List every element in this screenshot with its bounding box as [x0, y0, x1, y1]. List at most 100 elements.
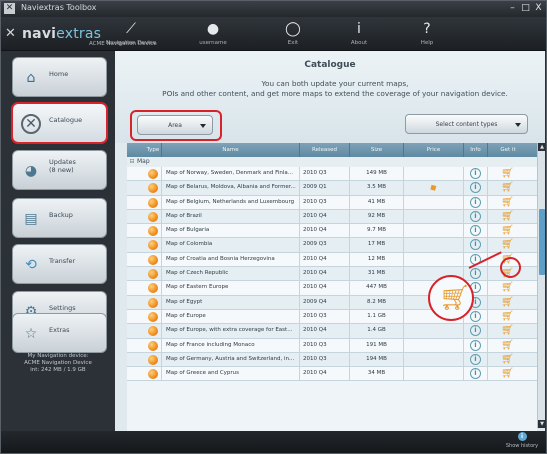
- sidebar-item-home[interactable]: ⌂ Home: [12, 57, 107, 97]
- row-spacer: [127, 296, 145, 309]
- scroll-thumb[interactable]: [539, 209, 545, 275]
- info-icon[interactable]: i: [470, 210, 481, 222]
- column-get-it[interactable]: Get it: [488, 143, 528, 157]
- map-name: Map of Belarus, Moldova, Albania and For…: [162, 181, 300, 195]
- scroll-up-icon[interactable]: ▲: [538, 143, 546, 151]
- type-cell: [145, 309, 162, 324]
- logo-mark-icon: ✕: [5, 26, 16, 41]
- release-date: 2009 Q1: [300, 181, 350, 195]
- add-to-cart-icon[interactable]: 🛒︎: [501, 296, 514, 309]
- add-to-cart-icon[interactable]: 🛒︎: [501, 281, 514, 294]
- table-row[interactable]: Map of Bulgaria 2010 Q4 9.7 MB i 🛒︎: [127, 224, 537, 239]
- info-icon[interactable]: i: [470, 182, 481, 194]
- maximize-button[interactable]: □: [519, 2, 532, 14]
- table-row[interactable]: Map of Norway, Sweden, Denmark and Finla…: [127, 167, 537, 182]
- row-spacer: [127, 281, 145, 294]
- info-cell: i: [464, 238, 488, 252]
- type-cell: [145, 252, 162, 267]
- add-to-cart-icon[interactable]: 🛒︎: [501, 310, 514, 323]
- catalogue-header: Catalogue You can both update your curre…: [115, 51, 545, 143]
- sidebar-item-catalogue[interactable]: ✕ Catalogue: [11, 102, 108, 144]
- info-icon[interactable]: i: [470, 196, 481, 208]
- nav-exit-button[interactable]: ◯ Exit: [263, 19, 323, 50]
- add-to-cart-icon[interactable]: 🛒︎: [501, 181, 514, 194]
- column-type[interactable]: Type: [145, 143, 162, 157]
- price-cell: [404, 224, 464, 238]
- map-name: Map of Colombia: [162, 238, 300, 252]
- table-row[interactable]: Map of Colombia 2009 Q3 17 MB i 🛒︎: [127, 238, 537, 253]
- column-released[interactable]: Released: [300, 143, 350, 157]
- map-type-icon: [148, 326, 158, 337]
- nav-device-label: Navigation Device: [105, 40, 157, 46]
- type-cell: [145, 324, 162, 338]
- nav-device-button[interactable]: ⟋ Navigation Device: [101, 19, 161, 50]
- info-icon[interactable]: i: [470, 310, 481, 322]
- column-size[interactable]: Size: [350, 143, 404, 157]
- info-icon[interactable]: i: [470, 368, 481, 380]
- scroll-down-icon[interactable]: ▼: [538, 420, 546, 428]
- add-to-cart-icon[interactable]: 🛒︎: [501, 210, 514, 223]
- minimize-button[interactable]: –: [506, 2, 519, 14]
- device-info-line: int: 242 MB / 1.9 GB: [30, 367, 86, 373]
- show-history-button[interactable]: i Show history: [499, 432, 545, 449]
- table-row[interactable]: Map of Europe, with extra coverage for E…: [127, 324, 537, 339]
- table-row[interactable]: Map of France including Monaco 2010 Q3 191…: [127, 338, 537, 353]
- nav-help-button[interactable]: ? Help: [397, 19, 457, 50]
- table-row[interactable]: Map of Eastern Europe 2010 Q4 447 MB i 🛒︎: [127, 281, 537, 296]
- info-icon[interactable]: i: [470, 225, 481, 237]
- add-to-cart-icon[interactable]: 🛒︎: [501, 224, 514, 237]
- nav-user-button[interactable]: ● username: [183, 19, 243, 50]
- add-to-cart-icon[interactable]: 🛒︎: [501, 238, 514, 251]
- table-row[interactable]: Map of Belarus, Moldova, Albania and For…: [127, 181, 537, 196]
- info-icon[interactable]: i: [470, 168, 481, 179]
- add-to-cart-icon[interactable]: 🛒︎: [501, 167, 514, 180]
- cart-callout: 🛒︎: [428, 275, 474, 321]
- map-type-icon: [148, 369, 158, 380]
- table-row[interactable]: Map of Belgium, Netherlands and Luxembou…: [127, 195, 537, 210]
- info-icon[interactable]: i: [470, 353, 481, 365]
- release-date: 2010 Q3: [300, 309, 350, 324]
- add-to-cart-icon[interactable]: 🛒︎: [501, 353, 514, 366]
- table-row[interactable]: Map of Greece and Cyprus 2010 Q4 34 MB i 🛒︎: [127, 367, 537, 382]
- sidebar-item-extras[interactable]: ☆ Extras: [12, 313, 107, 353]
- table-row[interactable]: Map of Germany, Austria and Switzerland,…: [127, 352, 537, 368]
- sidebar-item-transfer[interactable]: ⟲ Transfer: [12, 244, 107, 284]
- add-to-cart-icon[interactable]: 🛒︎: [501, 367, 514, 380]
- info-icon[interactable]: i: [470, 339, 481, 351]
- add-to-cart-icon[interactable]: 🛒︎: [501, 324, 514, 337]
- column-price[interactable]: Price: [404, 143, 464, 157]
- row-spacer: [127, 238, 145, 251]
- column-info[interactable]: Info: [464, 143, 488, 157]
- sidebar-item-updates[interactable]: ◕ Updates (8 new): [12, 150, 107, 190]
- group-header-map[interactable]: ⊟ Map: [127, 157, 537, 167]
- nav-about-button[interactable]: i About: [329, 19, 389, 50]
- type-cell: [145, 238, 162, 252]
- add-to-cart-icon[interactable]: 🛒︎: [501, 339, 514, 352]
- info-icon[interactable]: i: [470, 268, 481, 280]
- price-tag-icon[interactable]: ◆: [428, 182, 439, 194]
- type-cell: [145, 367, 162, 381]
- close-button[interactable]: X: [532, 2, 545, 14]
- get-it-cell: 🛒︎: [488, 181, 528, 194]
- type-cell: [145, 209, 162, 224]
- table-row[interactable]: Map of Europe 2010 Q3 1.1 GB i 🛒︎: [127, 309, 537, 325]
- price-cell: ◆: [404, 181, 464, 195]
- info-cell: i: [464, 209, 488, 224]
- table-row[interactable]: Map of Brazil 2010 Q4 92 MB i 🛒︎: [127, 209, 537, 225]
- column-name[interactable]: Name: [162, 143, 300, 157]
- table-row[interactable]: Map of Egypt 2009 Q4 8.2 MB i 🛒︎: [127, 295, 537, 310]
- sidebar-item-label: Extras: [49, 326, 70, 334]
- content-types-dropdown[interactable]: Select content types: [405, 114, 528, 134]
- type-cell: [145, 181, 162, 195]
- info-icon[interactable]: i: [470, 239, 481, 251]
- column-spacer: [127, 143, 145, 157]
- add-to-cart-icon[interactable]: 🛒︎: [501, 196, 514, 209]
- sidebar-item-backup[interactable]: ▤ Backup: [12, 198, 107, 238]
- row-spacer: [127, 181, 145, 194]
- catalogue-icon: ✕: [21, 114, 41, 134]
- table-row[interactable]: Map of Czech Republic 2010 Q4 31 MB i 🛒︎: [127, 267, 537, 282]
- area-dropdown[interactable]: Area: [137, 115, 213, 135]
- info-icon[interactable]: i: [470, 325, 481, 337]
- table-scrollbar[interactable]: ▲ ▼: [537, 143, 546, 428]
- collapse-icon[interactable]: ⊟: [127, 157, 137, 167]
